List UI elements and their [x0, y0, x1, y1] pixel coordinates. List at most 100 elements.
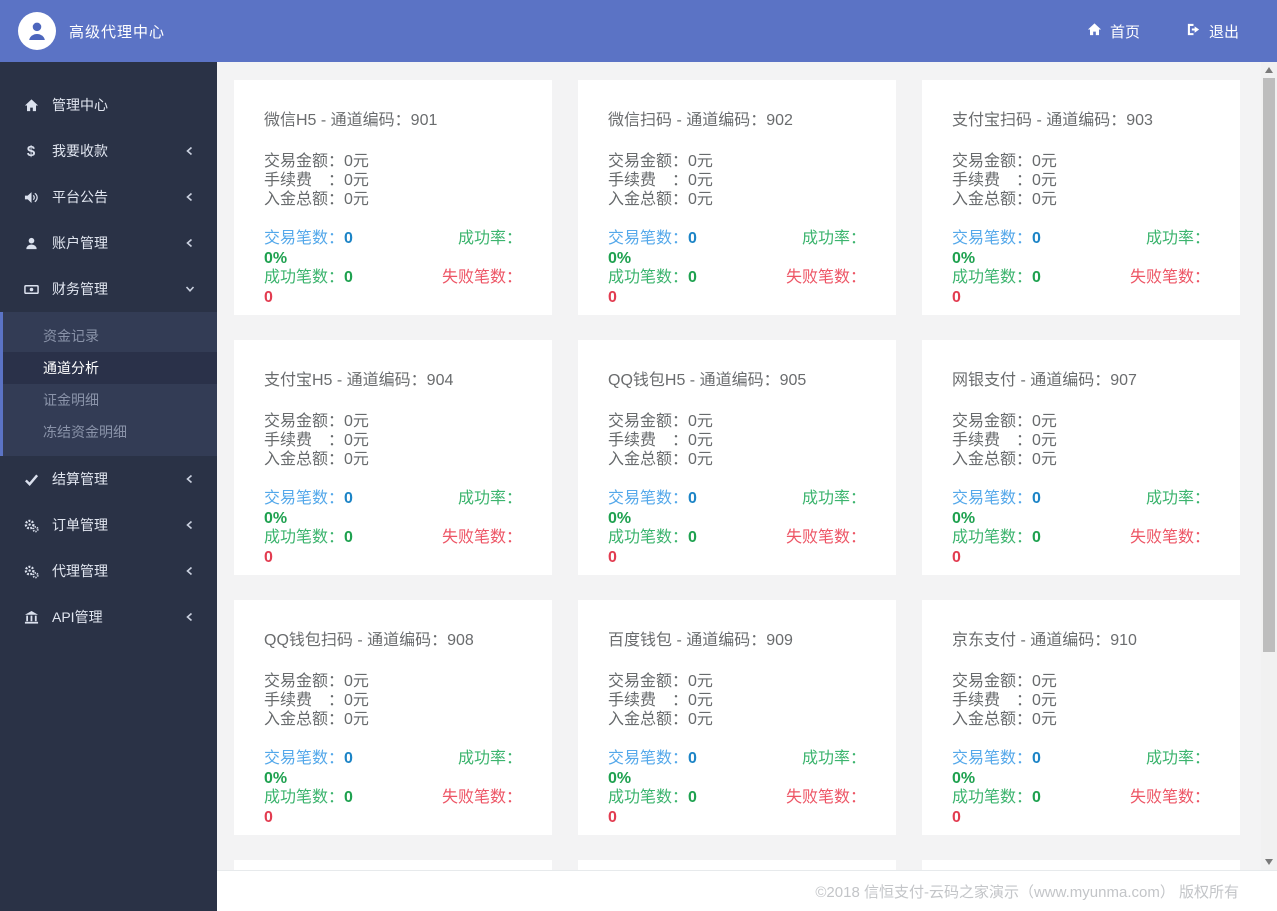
card-amounts: 交易金额：0元 手续费 ：0元 入金总额：0元: [952, 152, 1210, 209]
card-stats: 交易笔数：0 成功率： 0% 成功笔数：0 失败笔数： 0: [608, 749, 866, 827]
total-in-line: 入金总额：0元: [264, 191, 369, 208]
main-area: 微信H5 - 通道编码：901 交易金额：0元 手续费 ：0元 入金总额：0元 …: [217, 62, 1277, 911]
success-count-stat: 成功笔数：0: [952, 269, 1041, 286]
trade-count-value: 0: [344, 490, 353, 507]
success-rate-value: 0%: [608, 769, 632, 787]
scrollbar-track[interactable]: [1261, 78, 1277, 854]
trade-count-stat: 交易笔数：0: [608, 490, 697, 507]
card-title: 微信H5 - 通道编码：901: [264, 112, 438, 129]
channel-card: 支付宝扫码 - 通道编码：903 交易金额：0元 手续费 ：0元 入金总额：0元…: [922, 80, 1240, 315]
card-amounts: 交易金额：0元 手续费 ：0元 入金总额：0元: [952, 672, 1210, 729]
top-nav: 首页 退出: [1087, 21, 1239, 42]
fee-line: 手续费 ：0元: [608, 432, 713, 449]
success-count-stat: 成功笔数：0: [264, 529, 353, 546]
chevron-left-icon: [185, 474, 195, 484]
footer: ©2018 信恒支付-云码之家演示（www.myunma.com） 版权所有: [217, 870, 1277, 911]
fee-line: 手续费 ：0元: [608, 692, 713, 709]
success-count-stat: 成功笔数：0: [608, 269, 697, 286]
trade-amount-value: 0元: [1032, 673, 1057, 690]
card-title: 网银支付 - 通道编码：907: [952, 372, 1137, 389]
trade-count-stat: 交易笔数：0: [264, 490, 353, 507]
total-in-value: 0元: [688, 451, 713, 468]
sidebar-item-finance-management[interactable]: 财务管理: [0, 266, 217, 312]
nav-logout-link[interactable]: 退出: [1186, 21, 1239, 42]
fail-count-label: 失败笔数：: [441, 269, 522, 286]
scrollbar-thumb[interactable]: [1263, 78, 1275, 653]
fail-count-value: 0: [608, 548, 617, 566]
check-icon: [22, 472, 40, 487]
chevron-left-icon: [185, 566, 195, 576]
brand: 高级代理中心: [18, 12, 165, 50]
app-window: 高级代理中心 首页 退出 管理中心 $ 我要收款 平台公告 账户管理 财务管理 …: [0, 0, 1277, 911]
trade-amount-value: 0元: [344, 673, 369, 690]
fee-line: 手续费 ：0元: [264, 432, 369, 449]
total-in-value: 0元: [1032, 191, 1057, 208]
sidebar-item-api-management[interactable]: API管理: [0, 594, 217, 640]
scrollbar-down-arrow[interactable]: [1261, 854, 1277, 870]
top-header: 高级代理中心 首页 退出: [0, 0, 1277, 62]
success-rate-label: 成功率：: [457, 230, 522, 247]
scrollbar-up-arrow[interactable]: [1261, 62, 1277, 78]
sidebar-item-order-management[interactable]: 订单管理: [0, 502, 217, 548]
nav-home-link[interactable]: 首页: [1087, 21, 1140, 42]
content-scroll-area[interactable]: 微信H5 - 通道编码：901 交易金额：0元 手续费 ：0元 入金总额：0元 …: [217, 62, 1277, 870]
fee-value: 0元: [344, 432, 369, 449]
card-amounts: 交易金额：0元 手续费 ：0元 入金总额：0元: [264, 672, 522, 729]
sidebar-item-settlement-management[interactable]: 结算管理: [0, 456, 217, 502]
fail-count-label: 失败笔数：: [785, 529, 866, 546]
trade-amount-value: 0元: [1032, 413, 1057, 430]
trade-count-value: 0: [688, 490, 697, 507]
success-rate-value: 0%: [264, 509, 288, 527]
channel-card: 微信H5 - 通道编码：901 交易金额：0元 手续费 ：0元 入金总额：0元 …: [234, 80, 552, 315]
scrollbar[interactable]: [1261, 62, 1277, 870]
fail-count-value: 0: [608, 288, 617, 306]
sidebar-item-platform-announcements[interactable]: 平台公告: [0, 174, 217, 220]
sidebar-item-collect-payment[interactable]: $ 我要收款: [0, 128, 217, 174]
channel-card: 支付宝H5 - 通道编码：904 交易金额：0元 手续费 ：0元 入金总额：0元…: [234, 340, 552, 575]
total-in-value: 0元: [688, 191, 713, 208]
total-in-line: 入金总额：0元: [264, 711, 369, 728]
bank-icon: [22, 610, 40, 625]
trade-count-stat: 交易笔数：0: [608, 230, 697, 247]
submenu-item-fund-records[interactable]: 资金记录: [3, 320, 217, 352]
success-rate-label: 成功率：: [1145, 750, 1210, 767]
fee-line: 手续费 ：0元: [952, 172, 1057, 189]
card-amounts: 交易金额：0元 手续费 ：0元 入金总额：0元: [952, 412, 1210, 469]
submenu-item-channel-analysis[interactable]: 通道分析: [3, 352, 217, 384]
submenu-item-deposit-details[interactable]: 证金明细: [3, 384, 217, 416]
success-count-stat: 成功笔数：0: [952, 789, 1041, 806]
user-icon: [22, 236, 40, 251]
channel-card: 京东支付 - 通道编码：910 交易金额：0元 手续费 ：0元 入金总额：0元 …: [922, 600, 1240, 835]
trade-count-stat: 交易笔数：0: [952, 490, 1041, 507]
trade-amount-line: 交易金额：0元: [952, 413, 1057, 430]
trade-count-value: 0: [344, 230, 353, 247]
card-stats: 交易笔数：0 成功率： 0% 成功笔数：0 失败笔数： 0: [952, 489, 1210, 567]
total-in-value: 0元: [1032, 711, 1057, 728]
trade-amount-line: 交易金额：0元: [264, 413, 369, 430]
channel-card-partial: [578, 860, 896, 870]
success-count-value: 0: [688, 529, 697, 546]
card-amounts: 交易金额：0元 手续费 ：0元 入金总额：0元: [608, 412, 866, 469]
success-count-value: 0: [1032, 269, 1041, 286]
success-rate-value: 0%: [952, 769, 976, 787]
trade-count-value: 0: [1032, 490, 1041, 507]
card-amounts: 交易金额：0元 手续费 ：0元 入金总额：0元: [608, 152, 866, 209]
submenu-item-frozen-funds-details[interactable]: 冻结资金明细: [3, 416, 217, 448]
sidebar-item-management-center[interactable]: 管理中心: [0, 82, 217, 128]
announcement-icon: [22, 190, 40, 205]
card-stats: 交易笔数：0 成功率： 0% 成功笔数：0 失败笔数： 0: [264, 229, 522, 307]
success-count-value: 0: [688, 269, 697, 286]
sidebar-item-account-management[interactable]: 账户管理: [0, 220, 217, 266]
success-count-stat: 成功笔数：0: [264, 789, 353, 806]
fail-count-label: 失败笔数：: [1129, 529, 1210, 546]
fee-value: 0元: [344, 692, 369, 709]
trade-count-value: 0: [688, 750, 697, 767]
trade-count-stat: 交易笔数：0: [608, 750, 697, 767]
fee-line: 手续费 ：0元: [952, 432, 1057, 449]
cards-grid: 微信H5 - 通道编码：901 交易金额：0元 手续费 ：0元 入金总额：0元 …: [234, 80, 1240, 870]
total-in-value: 0元: [344, 711, 369, 728]
total-in-line: 入金总额：0元: [608, 451, 713, 468]
trade-amount-value: 0元: [688, 413, 713, 430]
sidebar-item-agent-management[interactable]: 代理管理: [0, 548, 217, 594]
success-count-value: 0: [688, 789, 697, 806]
